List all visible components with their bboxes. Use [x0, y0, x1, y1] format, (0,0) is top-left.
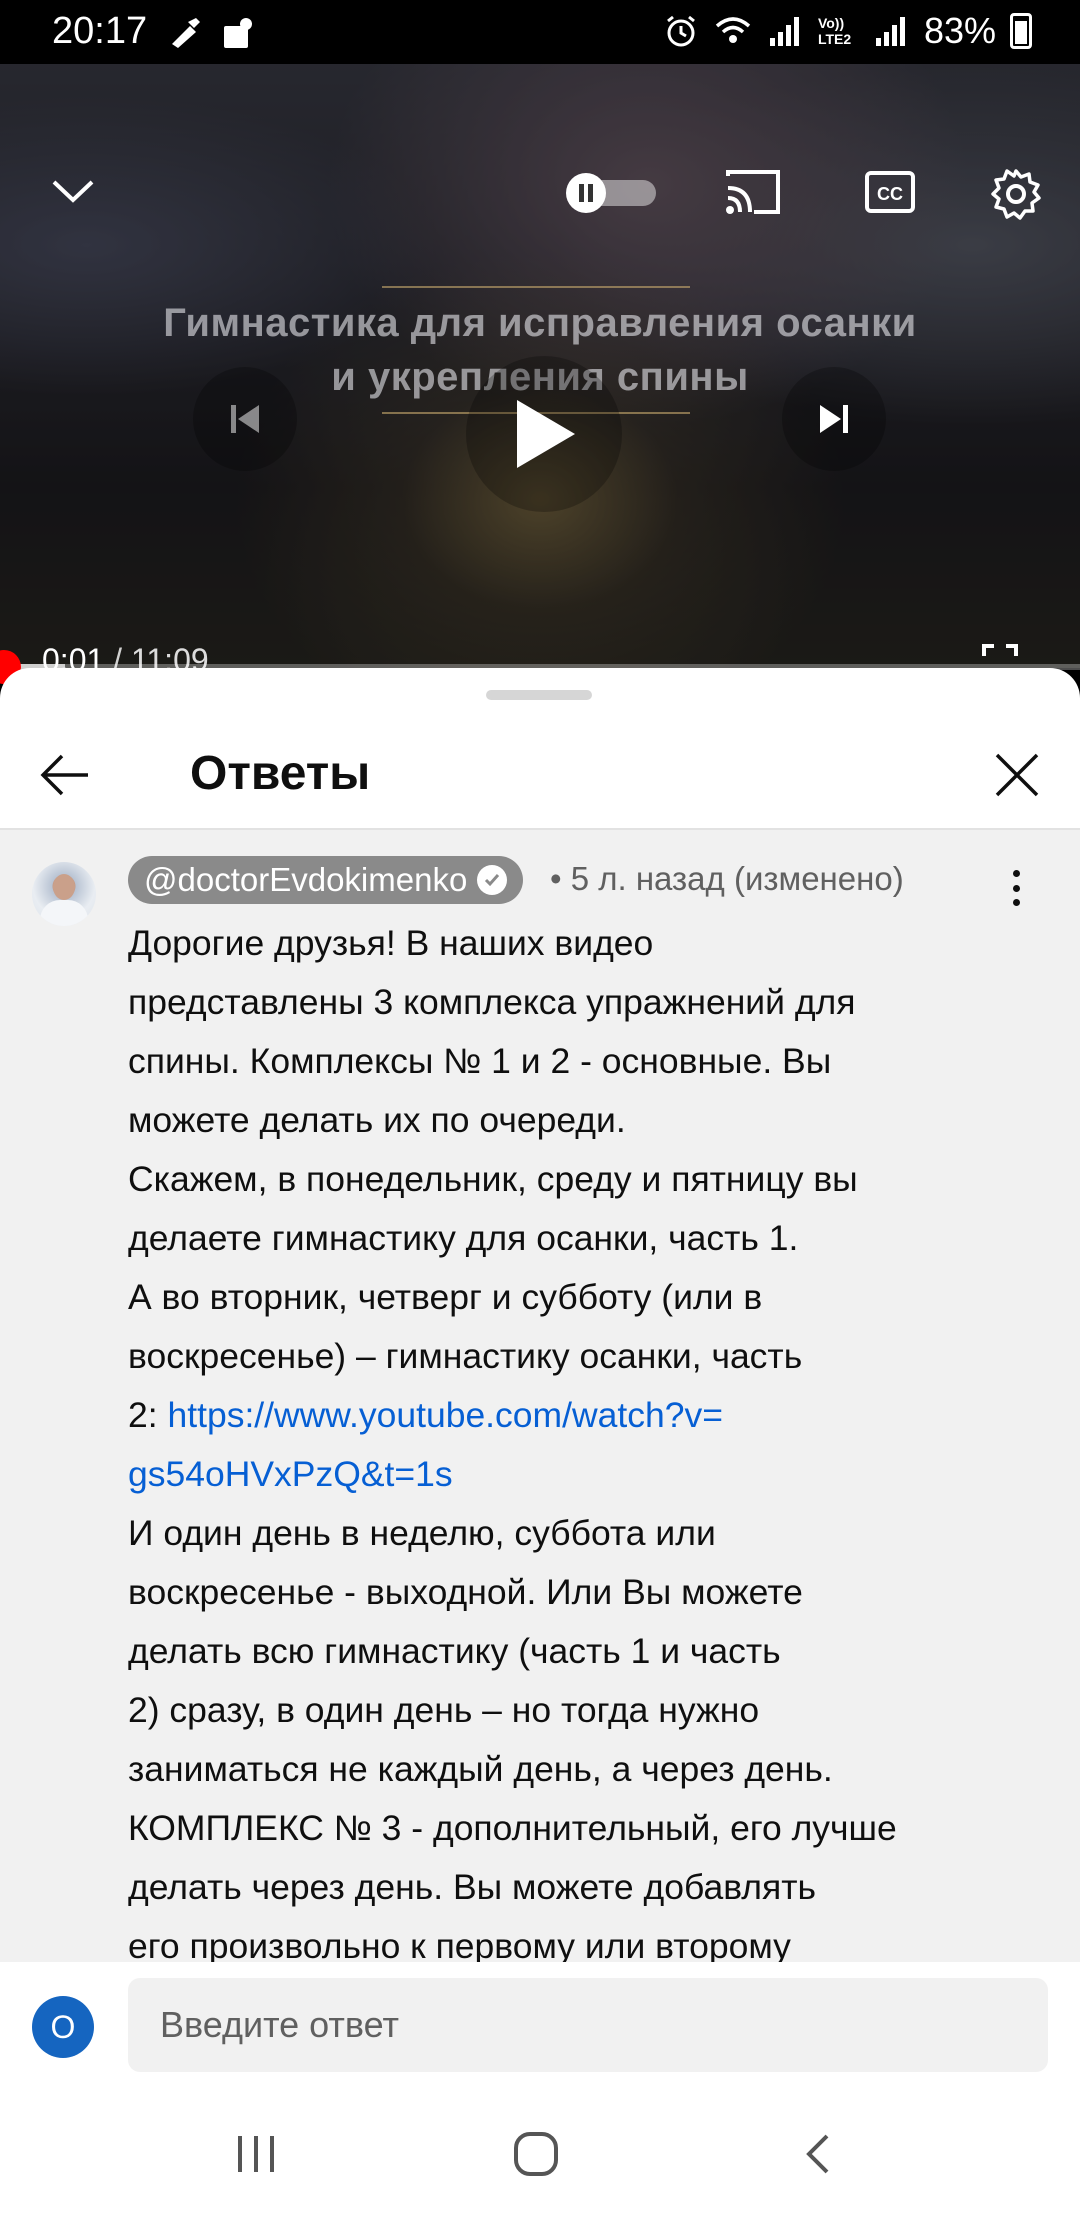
comment-text-after-link: И один день в неделю, суббота или воскре… [128, 1513, 897, 1962]
status-left-icons [166, 14, 256, 52]
settings-gear-icon[interactable] [990, 168, 1042, 220]
comment-text-before-link: Дорогие друзья! В наших видео представле… [128, 923, 858, 1435]
title-divider-top [382, 286, 690, 288]
comment-body: Дорогие друзья! В наших видео представле… [128, 914, 1028, 1962]
volte-icon: Vo)) LTE2 [817, 15, 852, 47]
signal-icon [769, 17, 799, 46]
autoplay-toggle[interactable] [564, 172, 660, 214]
author-name: @doctorEvdokimenko [144, 861, 468, 898]
comment-link[interactable]: https://www.youtube.com/watch?v= gs54oHV… [128, 1395, 723, 1494]
panel-title: Ответы [190, 747, 371, 800]
notification-icon [224, 18, 252, 48]
recent-apps-button[interactable] [226, 2124, 286, 2184]
signal-icon-2 [875, 17, 905, 46]
video-player[interactable]: Гимнастика для исправления осанки и укре… [0, 64, 1080, 668]
panel-header: Ответы [0, 718, 1080, 830]
back-arrow-icon[interactable] [40, 752, 90, 798]
status-time: 20:17 [52, 10, 148, 52]
battery-percent: 83% [923, 10, 996, 51]
wifi-icon [715, 17, 751, 43]
alarm-icon [667, 15, 695, 47]
captions-icon[interactable]: CC [864, 168, 916, 216]
previous-button[interactable] [193, 367, 297, 471]
home-button[interactable] [506, 2124, 566, 2184]
user-avatar[interactable]: О [32, 1996, 94, 2058]
drag-handle[interactable] [486, 690, 592, 700]
home-icon [514, 2132, 558, 2176]
verified-check-icon [477, 865, 508, 895]
more-options-icon[interactable] [1000, 868, 1032, 908]
system-nav-bar [0, 2094, 1080, 2220]
comment-meta: • 5 л. назад (изменено) [550, 860, 904, 897]
play-icon [517, 400, 575, 468]
skip-next-icon [820, 405, 848, 433]
recent-apps-icon [238, 2136, 274, 2172]
collapse-chevron-icon[interactable] [50, 176, 96, 206]
comment-thread: @doctorEvdokimenko • 5 л. назад (изменен… [0, 830, 1080, 1962]
author-chip[interactable]: @doctorEvdokimenko [128, 856, 524, 904]
author-avatar[interactable] [32, 862, 96, 926]
video-title-line1: Гимнастика для исправления осанки [163, 301, 917, 345]
skip-previous-icon [231, 405, 259, 433]
next-button[interactable] [782, 367, 886, 471]
replies-panel: Ответы @doctorEvdokimenko • 5 л. назад (… [0, 668, 1080, 2220]
cast-icon[interactable] [724, 168, 782, 216]
close-icon[interactable] [994, 752, 1040, 798]
back-chevron-icon [806, 2134, 829, 2174]
back-button[interactable] [788, 2124, 848, 2184]
reply-input[interactable] [128, 1978, 1048, 2072]
status-right: Vo)) LTE2 83% [662, 10, 1032, 52]
reply-bar: О [0, 1962, 1080, 2094]
cleaner-icon [172, 18, 200, 48]
battery-icon [1010, 13, 1032, 49]
svg-text:CC: CC [877, 184, 903, 204]
status-bar: 20:17 Vo)) LTE2 83% [0, 0, 1080, 64]
play-button[interactable] [466, 356, 622, 512]
